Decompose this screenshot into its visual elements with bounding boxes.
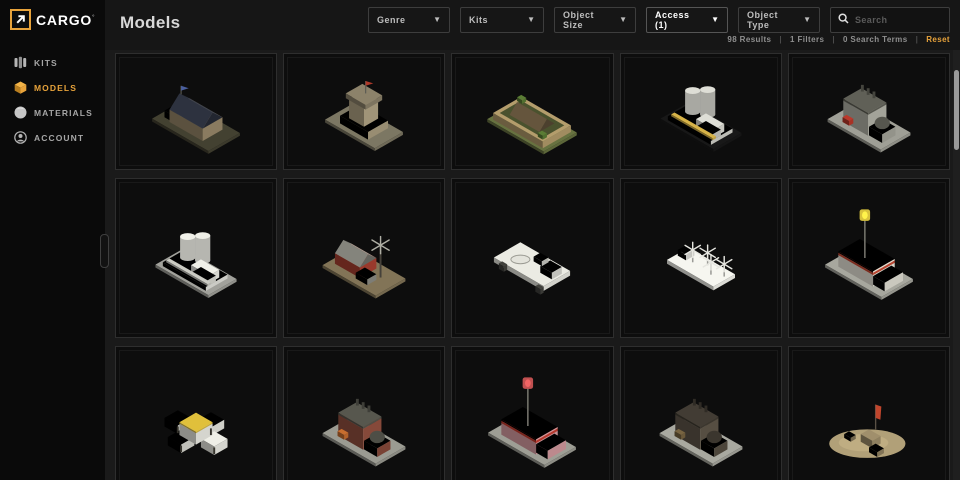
main-content: Models Genre ▼Kits ▼Object Size ▼Access … — [105, 0, 960, 480]
sphere-icon — [14, 106, 27, 119]
sidebar-item-account[interactable]: ACCOUNT — [0, 125, 105, 150]
search-icon — [838, 11, 849, 29]
model-tile[interactable] — [283, 346, 445, 480]
dropdown-label: Kits — [469, 15, 488, 25]
scrollbar-thumb[interactable] — [954, 70, 959, 150]
page-title: Models — [120, 13, 180, 33]
model-tile[interactable] — [115, 53, 277, 170]
model-tile[interactable] — [451, 346, 613, 480]
chevron-down-icon: ▼ — [711, 16, 719, 24]
model-tile[interactable] — [788, 346, 950, 480]
filter-dropdown-genre[interactable]: Genre ▼ — [368, 7, 450, 33]
sidebar-item-kits[interactable]: KITS — [0, 50, 105, 75]
chevron-down-icon: ▼ — [619, 16, 627, 24]
app-window: CARGO ° KITS MODELS MATERIALS ACCOUNT Mo… — [0, 0, 960, 480]
filter-dropdown-object-type[interactable]: Object Type ▼ — [738, 7, 820, 33]
model-thumbnail-cooling-tower-plant — [121, 208, 271, 308]
search-terms-count: 0 Search Terms — [843, 35, 908, 44]
brand-name: CARGO — [36, 12, 92, 28]
model-thumbnail-castle-watchtower — [289, 62, 439, 162]
model-thumbnail-refinery-tower — [289, 376, 439, 476]
model-thumbnail-modular-tank-station — [626, 62, 776, 162]
model-tile[interactable] — [788, 178, 950, 338]
sidebar-item-models[interactable]: MODELS — [0, 75, 105, 100]
sidebar-item-label: ACCOUNT — [34, 133, 84, 143]
model-thumbnail-orbital-hub-station — [121, 376, 271, 476]
filter-dropdown-kits[interactable]: Kits ▼ — [460, 7, 544, 33]
model-tile[interactable] — [788, 53, 950, 170]
model-thumbnail-viking-longhouse — [121, 62, 271, 162]
model-grid — [115, 53, 950, 480]
model-thumbnail-drive-in-diner — [457, 376, 607, 476]
kits-stack-icon — [14, 56, 27, 69]
sidebar-item-label: MATERIALS — [34, 108, 93, 118]
chevron-down-icon: ▼ — [433, 16, 441, 24]
model-thumbnail-landing-pad-platform — [457, 208, 607, 308]
model-tile[interactable] — [115, 178, 277, 338]
model-thumbnail-walled-farmstead — [457, 62, 607, 162]
results-count: 98 Results — [727, 35, 771, 44]
arrow-up-right-icon — [10, 9, 31, 30]
model-tile[interactable] — [451, 178, 613, 338]
sidebar-collapse-handle[interactable] — [100, 234, 109, 268]
model-thumbnail-steam-foundry — [626, 376, 776, 476]
model-tile[interactable] — [283, 178, 445, 338]
search-input[interactable] — [855, 15, 960, 25]
model-tile[interactable] — [620, 178, 782, 338]
user-icon — [14, 131, 27, 144]
results-bar: 98 Results | 1 Filters | 0 Search Terms … — [727, 35, 950, 44]
model-tile[interactable] — [620, 346, 782, 480]
model-tile[interactable] — [451, 53, 613, 170]
dropdown-label: Object Size — [563, 10, 611, 30]
chevron-down-icon: ▼ — [803, 16, 811, 24]
filters-count: 1 Filters — [790, 35, 824, 44]
separator: | — [779, 35, 782, 44]
brand-mark: ° — [92, 15, 94, 21]
sidebar-item-label: MODELS — [34, 83, 77, 93]
separator: | — [832, 35, 835, 44]
filter-bar: Genre ▼Kits ▼Object Size ▼Access (1) ▼Ob… — [368, 7, 950, 33]
vertical-scrollbar[interactable] — [953, 50, 960, 480]
search-box[interactable] — [830, 7, 950, 33]
sidebar: CARGO ° KITS MODELS MATERIALS ACCOUNT — [0, 0, 105, 480]
brand-logo[interactable]: CARGO ° — [0, 0, 105, 30]
filter-dropdown-object-size[interactable]: Object Size ▼ — [554, 7, 636, 33]
model-thumbnail-retro-gas-diner — [794, 208, 944, 308]
sidebar-item-label: KITS — [34, 58, 58, 68]
model-grid-container — [105, 50, 953, 480]
reset-filters-button[interactable]: Reset — [926, 35, 950, 44]
model-thumbnail-windmill-barn — [289, 208, 439, 308]
separator: | — [916, 35, 919, 44]
dropdown-label: Object Type — [747, 10, 795, 30]
cube-icon — [14, 81, 27, 94]
model-thumbnail-desert-outpost — [794, 376, 944, 476]
model-tile[interactable] — [115, 346, 277, 480]
model-thumbnail-industrial-depot — [794, 62, 944, 162]
model-thumbnail-turbine-platform — [626, 208, 776, 308]
model-tile[interactable] — [283, 53, 445, 170]
model-tile[interactable] — [620, 53, 782, 170]
dropdown-label: Access (1) — [655, 10, 703, 30]
topbar: Models Genre ▼Kits ▼Object Size ▼Access … — [105, 0, 960, 50]
sidebar-item-materials[interactable]: MATERIALS — [0, 100, 105, 125]
filter-dropdown-access-1[interactable]: Access (1) ▼ — [646, 7, 728, 33]
sidebar-nav: KITS MODELS MATERIALS ACCOUNT — [0, 50, 105, 150]
chevron-down-icon: ▼ — [527, 16, 535, 24]
dropdown-label: Genre — [377, 15, 406, 25]
